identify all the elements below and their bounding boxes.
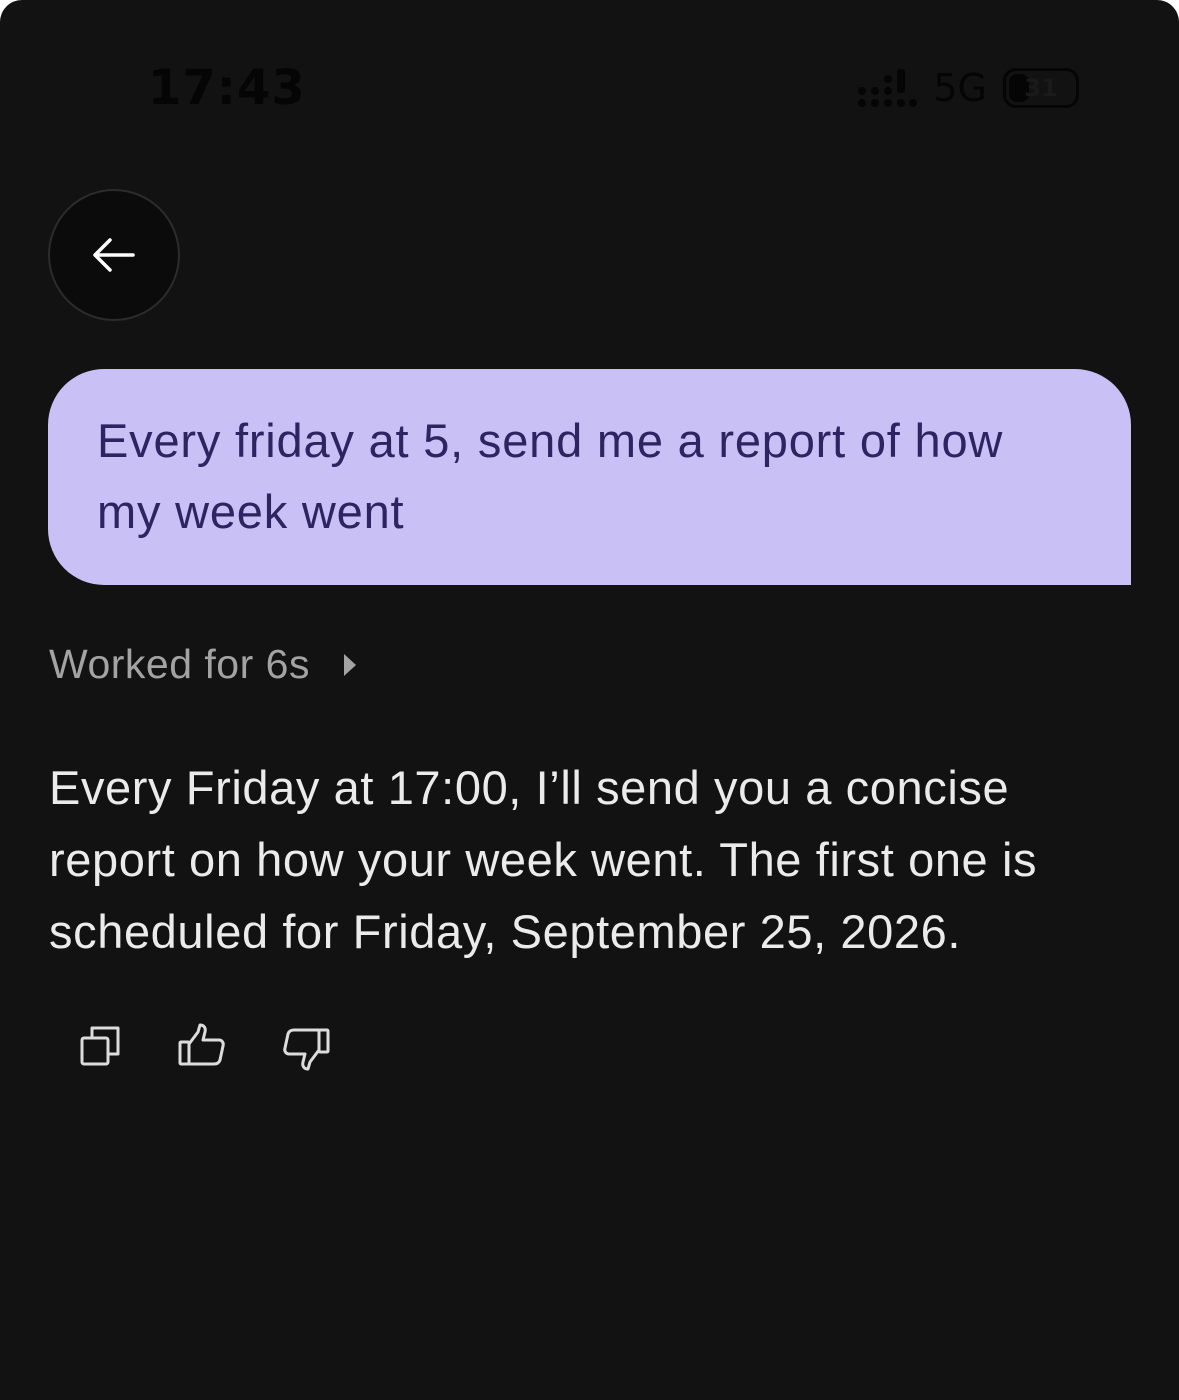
signal-bars-icon: [858, 69, 918, 107]
worked-for-label: Worked for 6s: [49, 640, 310, 687]
user-message-bubble: Every friday at 5, send me a report of h…: [48, 369, 1131, 585]
copy-button[interactable]: [72, 1018, 130, 1076]
chat-screen: 17:43 5G 31 Every friday at 5, send me a…: [0, 0, 1179, 1400]
thumbs-up-button[interactable]: [174, 1018, 232, 1076]
network-type: 5G: [933, 66, 987, 110]
arrow-left-icon: [93, 238, 135, 272]
assistant-message: Every Friday at 17:00, I’ll send you a c…: [49, 761, 1038, 958]
thumbs-down-icon: [283, 1028, 330, 1071]
battery-level: 31: [1024, 74, 1058, 102]
user-message-text: Every friday at 5, send me a report of h…: [97, 414, 1004, 538]
battery-icon: 31: [1003, 68, 1079, 108]
thumbs-up-icon: [178, 1023, 225, 1066]
back-button[interactable]: [48, 189, 180, 321]
status-indicators: 5G 31: [857, 62, 1079, 114]
thumbs-down-button[interactable]: [276, 1018, 334, 1076]
worked-for-toggle[interactable]: Worked for 6s: [49, 636, 356, 692]
copy-icon: [80, 1026, 120, 1066]
message-actions: [72, 1018, 334, 1076]
caret-right-icon: [343, 654, 356, 676]
status-time: 17:43: [148, 60, 306, 116]
